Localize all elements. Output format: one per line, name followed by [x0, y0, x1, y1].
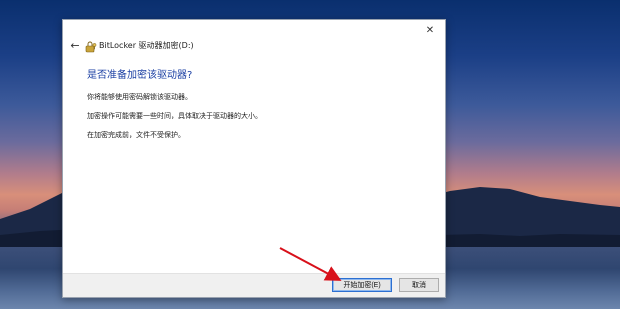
bitlocker-dialog: ✕ ← BitLocker 驱动器加密(D:) 是否准备加密该驱动器? 你将能够… [62, 19, 446, 298]
info-text-password: 你将能够使用密码解锁该驱动器。 [87, 93, 192, 101]
page-heading: 是否准备加密该驱动器? [87, 70, 193, 81]
cancel-button[interactable]: 取消 [399, 278, 439, 292]
window-title: BitLocker 驱动器加密(D:) [99, 41, 194, 50]
info-text-unprotected: 在加密完成前，文件不受保护。 [87, 131, 185, 139]
info-text-duration: 加密操作可能需要一些时间，具体取决于驱动器的大小。 [87, 112, 262, 120]
dialog-footer: 开始加密(E) 取消 [63, 273, 445, 297]
title-bar: ← BitLocker 驱动器加密(D:) [63, 37, 445, 57]
bitlocker-key-icon [85, 41, 97, 53]
back-arrow-icon[interactable]: ← [68, 39, 82, 53]
desktop-background: ✕ ← BitLocker 驱动器加密(D:) 是否准备加密该驱动器? 你将能够… [0, 0, 620, 309]
start-encryption-button[interactable]: 开始加密(E) [332, 278, 392, 292]
